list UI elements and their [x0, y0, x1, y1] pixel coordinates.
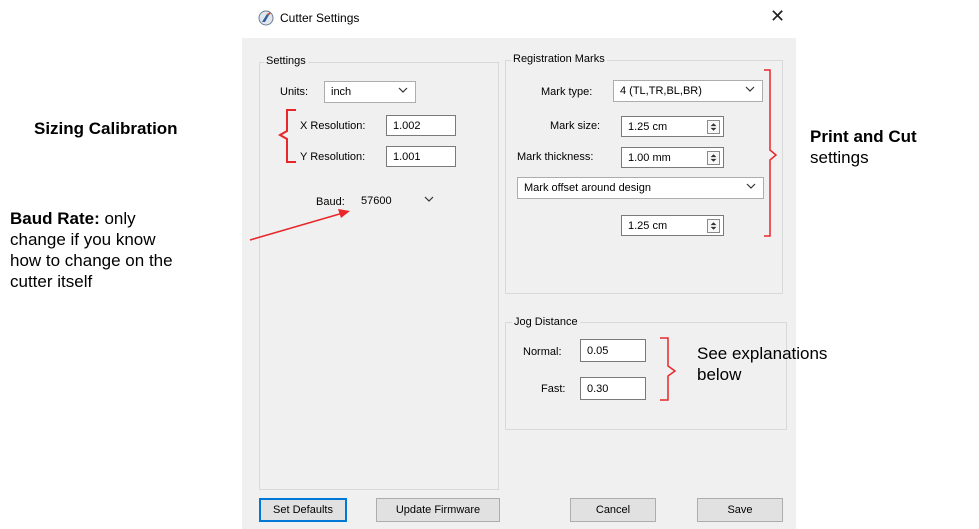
print-cut-title: Print and Cut [810, 127, 917, 146]
jog-annotation-line1: See explanations [697, 344, 828, 363]
print-cut-bracket [764, 69, 778, 237]
baud-rate-title: Baud Rate: [10, 209, 100, 228]
baud-rate-line4: cutter itself [10, 272, 93, 291]
baud-arrow-line [249, 212, 344, 241]
baud-rate-line3: how to change on the [10, 251, 173, 270]
baud-arrow-head [338, 209, 350, 218]
baud-rate-annotation: Baud Rate: only change if you know how t… [10, 208, 242, 292]
print-cut-line2: settings [810, 148, 869, 167]
sizing-bracket [277, 109, 296, 163]
jog-annotation: See explanations below [697, 343, 897, 385]
baud-rate-line2: change if you know [10, 230, 156, 249]
sizing-calibration-annotation: Sizing Calibration [34, 119, 178, 138]
jog-bracket [660, 337, 677, 401]
print-cut-annotation: Print and Cut settings [810, 126, 979, 168]
baud-rate-line1: only [99, 209, 136, 228]
jog-annotation-line2: below [697, 365, 742, 384]
